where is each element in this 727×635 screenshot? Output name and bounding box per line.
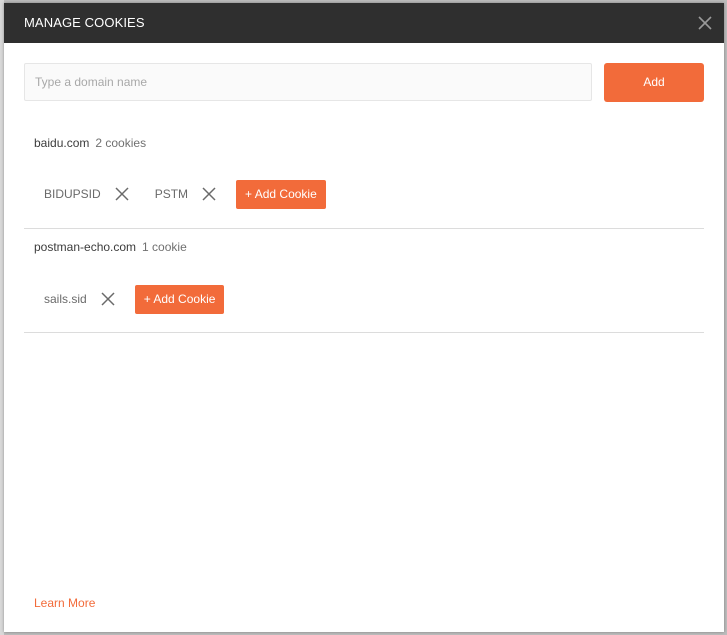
remove-cookie-icon[interactable] [101,292,115,306]
manage-cookies-modal: MANAGE COOKIES Add baidu.com 2 cookies BI… [4,3,724,632]
cookie-list: BIDUPSID PSTM + Add Cookie [24,179,326,209]
cookie-chip[interactable]: sails.sid [24,284,117,314]
domain-group-postman-echo: postman-echo.com 1 cookie sails.sid + Add… [24,240,704,335]
add-domain-button[interactable]: Add [604,63,704,102]
cookie-name[interactable]: PSTM [155,187,188,201]
domain-group-baidu: baidu.com 2 cookies BIDUPSID PSTM + Add … [24,136,704,231]
domain-name: baidu.com [34,136,90,150]
remove-cookie-icon[interactable] [115,187,129,201]
domain-name: postman-echo.com [34,240,137,254]
add-cookie-button[interactable]: + Add Cookie [236,179,326,209]
remove-cookie-icon[interactable] [202,187,216,201]
close-icon[interactable] [694,12,716,34]
domain-search-input[interactable] [24,63,592,101]
cookie-chip[interactable]: PSTM [131,179,218,209]
cookie-name[interactable]: BIDUPSID [44,187,101,201]
learn-more-link[interactable]: Learn More [34,596,95,610]
divider [24,332,704,333]
add-cookie-button[interactable]: + Add Cookie [134,284,225,314]
domain-header: baidu.com 2 cookies [34,136,146,150]
modal-title: MANAGE COOKIES [24,15,145,30]
cookie-name[interactable]: sails.sid [44,292,87,306]
cookie-list: sails.sid + Add Cookie [24,284,225,314]
cookie-count: 2 cookies [95,136,147,150]
divider [24,228,704,229]
modal-header: MANAGE COOKIES [4,3,724,43]
cookie-chip[interactable]: BIDUPSID [24,179,131,209]
cookie-count: 1 cookie [142,240,187,254]
domain-header: postman-echo.com 1 cookie [34,240,187,254]
